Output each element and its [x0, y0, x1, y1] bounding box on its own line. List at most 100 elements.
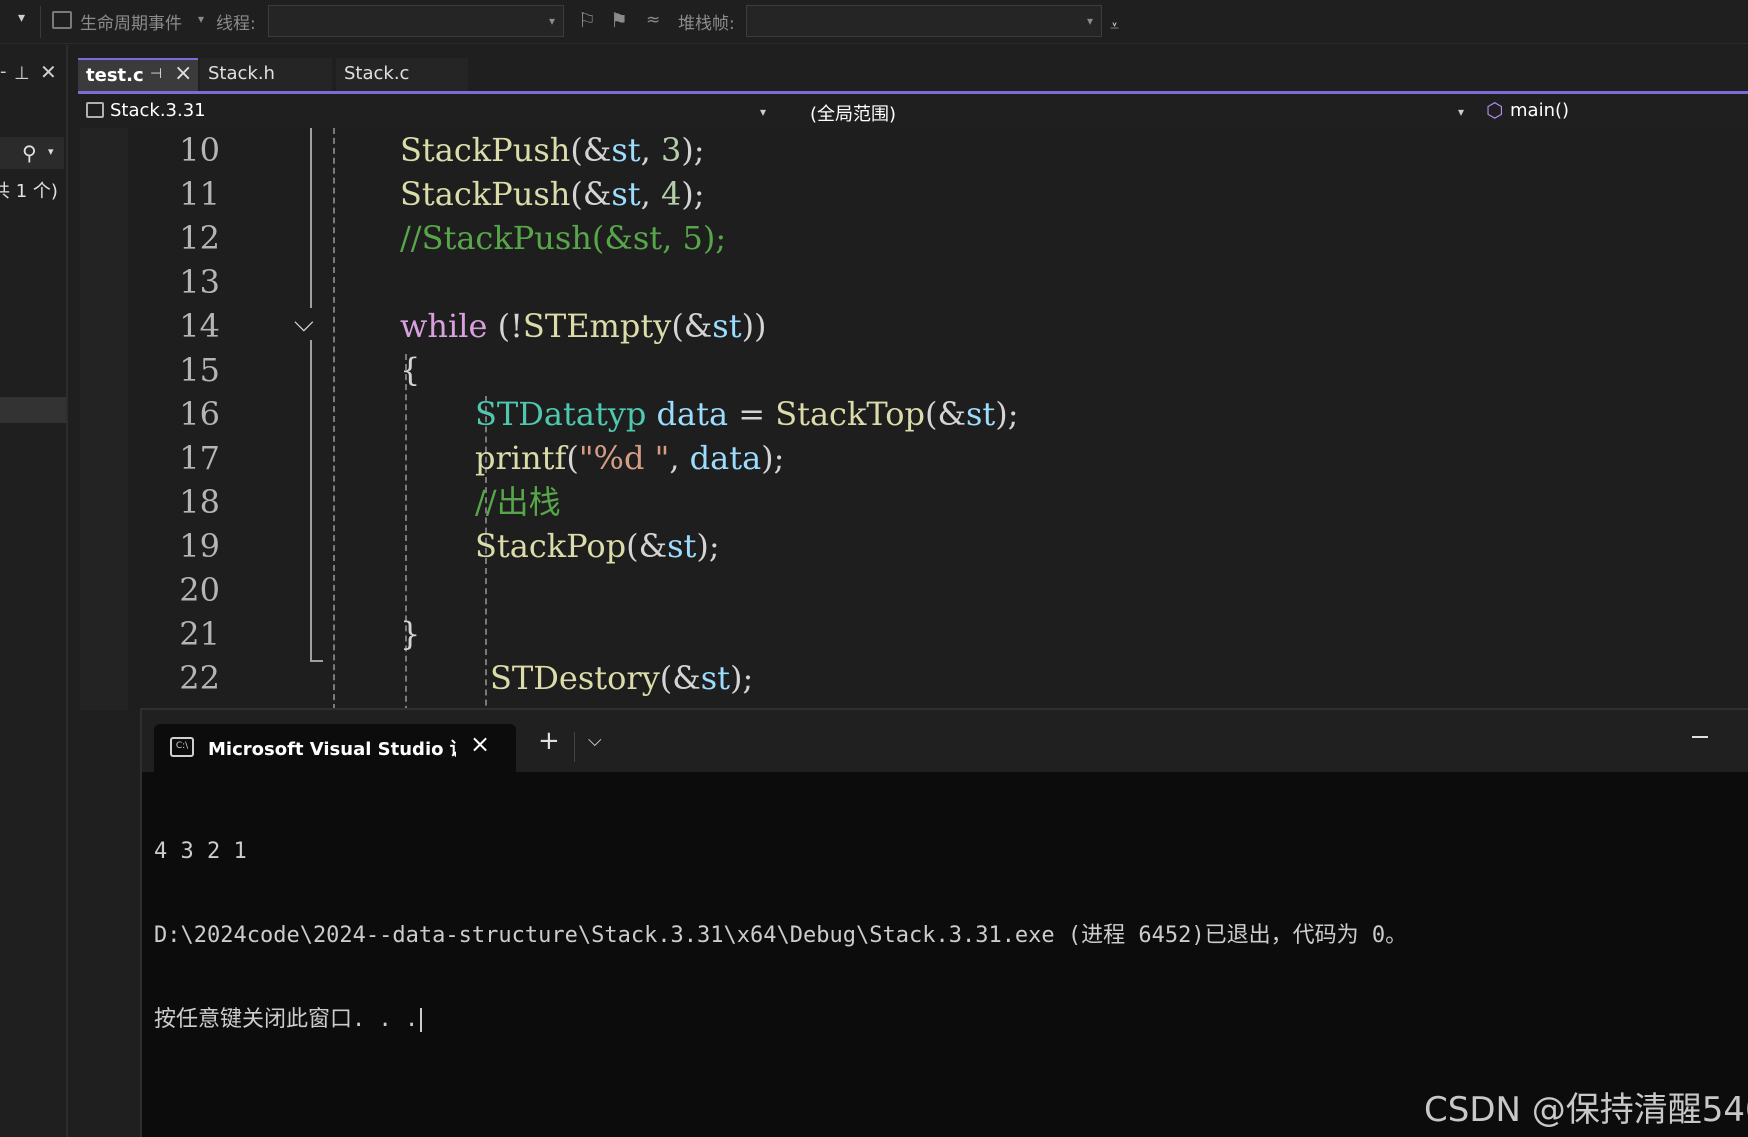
close-icon[interactable]: ×: [470, 730, 490, 758]
code-token: (&: [659, 659, 701, 697]
code-token: "%d ": [578, 439, 670, 477]
pin-icon[interactable]: ⊥: [14, 63, 30, 84]
code-line[interactable]: 10 StackPush(&st, 3);: [80, 128, 1748, 172]
line-number: 18: [179, 483, 220, 521]
code-token: data: [689, 439, 762, 477]
editor-tab-bar: test.c ⊣ × Stack.h Stack.c: [78, 58, 1748, 94]
code-line[interactable]: 19 StackPop(&st);: [80, 524, 1748, 568]
code-line[interactable]: 20: [80, 568, 1748, 612]
chevron-down-icon: ▾: [1086, 14, 1093, 28]
toolbar-separator: [40, 6, 41, 38]
watermark: CSDN @保持清醒540: [1424, 1090, 1748, 1130]
code-token: st: [712, 307, 742, 345]
lifecycle-dropdown-icon[interactable]: ▾: [198, 12, 204, 26]
code-token: st: [611, 175, 641, 213]
minimize-button[interactable]: [1692, 736, 1708, 738]
code-line[interactable]: 22 STDestory(&st);: [80, 656, 1748, 700]
result-count: 共 1 个): [0, 181, 58, 202]
code-line[interactable]: 11 StackPush(&st, 4);: [80, 172, 1748, 216]
code-token: (: [566, 439, 579, 477]
code-token: (!: [487, 307, 523, 345]
tab-stack-h[interactable]: Stack.h: [200, 58, 332, 91]
code-token: ,: [640, 131, 661, 169]
flag-icon[interactable]: ⚐: [578, 8, 596, 32]
code-text: //出栈: [475, 480, 561, 524]
console-title-bar: C:\ Microsoft Visual Studio 调试控制台 × + ⌵: [142, 710, 1748, 772]
code-line[interactable]: 21}: [80, 612, 1748, 656]
close-icon[interactable]: ✕: [40, 60, 57, 84]
code-line[interactable]: 17 printf("%d ", data);: [80, 436, 1748, 480]
code-line[interactable]: 13: [80, 260, 1748, 304]
stack-frame-label: 堆栈帧:: [678, 14, 735, 34]
panel-menu-icon[interactable]: -: [0, 61, 7, 82]
code-text: STDatatyp data = StackTop(&st);: [475, 392, 1018, 436]
console-tab[interactable]: C:\ Microsoft Visual Studio 调试控制台 ×: [154, 724, 516, 772]
code-token: while: [400, 307, 488, 345]
lifecycle-events-button[interactable]: 生命周期事件: [80, 9, 182, 34]
chevron-down-icon[interactable]: ▾: [760, 105, 766, 119]
console-output[interactable]: 4 3 2 1 D:\2024code\2024--data-structure…: [154, 782, 1734, 1090]
scope-dropdown[interactable]: (全局范围): [810, 100, 896, 126]
code-line[interactable]: 14 while (!STEmpty(&st)): [80, 304, 1748, 348]
code-line[interactable]: 16 STDatatyp data = StackTop(&st);: [80, 392, 1748, 436]
code-token: StackPush: [400, 131, 571, 169]
tab-label: Stack.h: [208, 63, 275, 84]
code-token: {: [400, 351, 421, 389]
code-token: }: [400, 615, 421, 653]
new-tab-plus-icon[interactable]: +: [538, 726, 560, 756]
code-token: (&: [570, 131, 612, 169]
code-token: );: [681, 131, 705, 169]
code-line[interactable]: 18 //出栈: [80, 480, 1748, 524]
chevron-down-icon[interactable]: ⌵: [588, 730, 602, 751]
code-token: );: [730, 659, 754, 697]
code-token: st: [667, 527, 697, 565]
stack-frame-combobox[interactable]: ▾: [746, 5, 1102, 37]
close-icon[interactable]: ×: [174, 61, 192, 86]
line-number: 17: [179, 439, 220, 477]
code-token: 4: [660, 175, 682, 213]
code-line[interactable]: 12 //StackPush(&st, 5);: [80, 216, 1748, 260]
show-threads-icon[interactable]: ≈: [646, 10, 660, 30]
text-cursor: [420, 1008, 423, 1032]
code-token: StackPush: [400, 175, 571, 213]
tab-test-c[interactable]: test.c ⊣ ×: [78, 58, 198, 91]
lifecycle-events-icon[interactable]: [52, 11, 72, 29]
thread-combobox[interactable]: ▾: [268, 5, 564, 37]
code-token: ,: [640, 175, 661, 213]
code-token: );: [761, 439, 785, 477]
navigation-bar: Stack.3.31 ▾ (全局范围) ▾ ⬡ main(): [78, 96, 1748, 128]
code-token: printf: [475, 439, 567, 477]
tab-stack-c[interactable]: Stack.c: [336, 58, 468, 91]
toolbar-overflow-icon[interactable]: ⩡: [1110, 16, 1119, 36]
code-text: STDestory(&st);: [490, 656, 753, 700]
code-editor[interactable]: ⌵ 10 StackPush(&st, 3); 11 StackPush(&st, 4…: [80, 128, 1748, 710]
code-token: );: [681, 175, 705, 213]
function-dropdown[interactable]: main(): [1510, 100, 1569, 121]
code-token: //出栈: [475, 483, 561, 521]
panel-search-box[interactable]: ⚲ ▾: [0, 137, 64, 169]
selected-panel-item[interactable]: [0, 397, 66, 423]
chevron-down-icon[interactable]: ▾: [1458, 105, 1464, 119]
code-text: printf("%d ", data);: [475, 436, 784, 480]
flag-threads-icon[interactable]: ⚑: [610, 8, 628, 32]
line-number: 10: [179, 131, 220, 169]
console-line: 按任意键关闭此窗口. . .: [154, 1006, 1734, 1034]
code-token: st: [611, 131, 641, 169]
code-line[interactable]: 15 {: [80, 348, 1748, 392]
code-token: data: [656, 395, 729, 433]
terminal-icon: C:\: [170, 737, 194, 757]
code-token: (&: [570, 175, 612, 213]
console-prompt-text: 按任意键关闭此窗口. . .: [154, 1007, 419, 1032]
pin-icon[interactable]: ⊣: [150, 66, 162, 82]
code-token: STEmpty: [522, 307, 672, 345]
tab-separator: [574, 732, 575, 762]
code-text: while (!STEmpty(&st)): [400, 304, 767, 348]
code-token: STDestory: [490, 659, 660, 697]
code-text: StackPush(&st, 3);: [400, 128, 705, 172]
toolbar-dropdown-icon[interactable]: ▾: [18, 10, 25, 26]
code-token: =: [728, 395, 776, 433]
tab-label: Stack.c: [344, 63, 410, 84]
code-token: StackTop: [775, 395, 925, 433]
project-dropdown[interactable]: Stack.3.31: [110, 100, 206, 121]
thread-label: 线程:: [216, 14, 256, 34]
